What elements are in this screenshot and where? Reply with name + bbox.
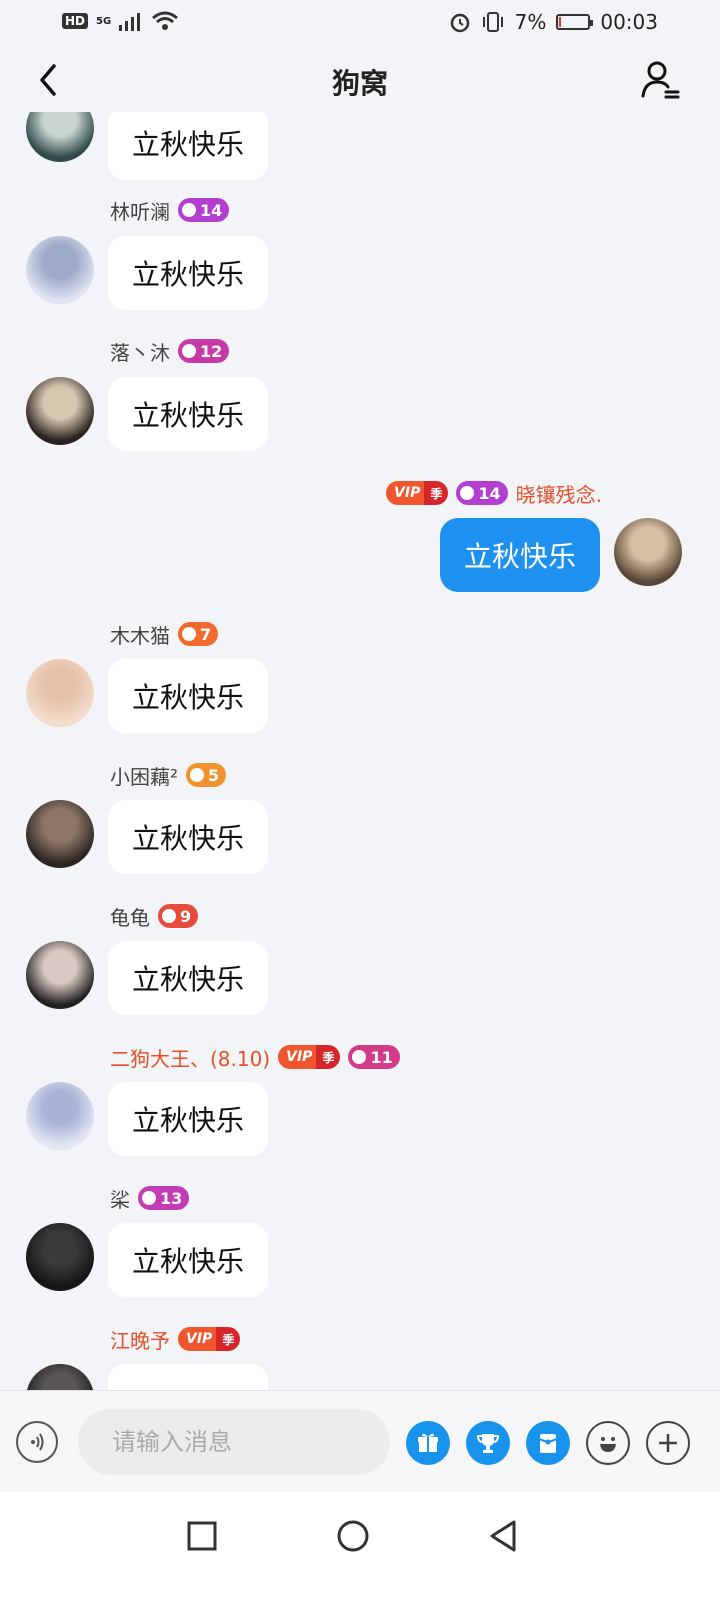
sender-info: 落丶沐 12	[110, 337, 230, 366]
battery-icon	[556, 14, 594, 30]
level-flame-icon	[460, 486, 475, 500]
level-number: 14	[200, 200, 223, 220]
level-flame-icon	[162, 909, 176, 923]
level-flame-icon	[182, 203, 196, 217]
avatar[interactable]	[26, 1223, 94, 1291]
message-bubble[interactable]: 立秋快乐	[108, 1223, 269, 1297]
avatar[interactable]	[26, 800, 94, 868]
home-icon[interactable]	[331, 1514, 375, 1558]
avatar[interactable]	[26, 1364, 94, 1390]
level-number: 7	[200, 624, 212, 644]
level-badge: 11	[348, 1045, 400, 1069]
nav-back-icon[interactable]	[482, 1514, 526, 1558]
voice-icon[interactable]	[16, 1421, 58, 1463]
sender-name[interactable]: 木木猫	[110, 620, 170, 649]
sender-name[interactable]: 江晚予	[110, 1325, 170, 1354]
avatar[interactable]	[26, 1082, 94, 1150]
level-badge: 14	[456, 481, 508, 505]
level-badge: 14	[178, 198, 230, 222]
level-number: 12	[200, 341, 223, 361]
level-number: 5	[208, 765, 220, 785]
group-members-icon[interactable]	[640, 58, 680, 102]
level-flame-icon	[142, 1191, 156, 1205]
avatar[interactable]	[26, 659, 94, 727]
sender-name[interactable]: 晓镶残念.	[516, 479, 602, 508]
message-bubble[interactable]: 立秋快乐	[108, 659, 269, 733]
gift-icon[interactable]	[406, 1421, 450, 1465]
level-flame-icon	[352, 1050, 367, 1064]
signal-icon	[119, 13, 141, 31]
level-number: 13	[160, 1188, 183, 1208]
input-bar	[0, 1390, 720, 1493]
level-flame-icon	[182, 627, 196, 641]
level-badge: 5	[186, 763, 227, 787]
level-badge: 7	[178, 622, 219, 646]
avatar[interactable]	[26, 941, 94, 1009]
chat-message-list[interactable]: 立秋快乐 林听澜 14 立秋快乐 落丶沐 12 立秋快乐 VIP 季 14 晓镶残念. 立秋快乐 木木猫…	[0, 112, 720, 1390]
system-nav-bar	[0, 1492, 720, 1600]
message-input[interactable]	[78, 1409, 390, 1475]
vibrate-icon	[482, 12, 503, 32]
page-title: 狗窝	[331, 67, 388, 100]
status-right: 7% 00:03	[449, 10, 658, 34]
message-bubble[interactable]: 立秋快乐	[108, 941, 269, 1015]
level-badge: 12	[178, 339, 230, 363]
vip-badge: VIP 季	[178, 1327, 241, 1351]
hd-indicator: HD	[62, 13, 89, 29]
level-flame-icon	[190, 768, 205, 782]
level-flame-icon	[182, 344, 196, 358]
message-bubble[interactable]: 立秋快乐	[108, 377, 269, 451]
vip-label: VIP	[278, 1045, 317, 1069]
title-bar: 狗窝	[0, 48, 720, 112]
level-badge: 9	[158, 904, 199, 928]
sender-info: 二狗大王、(8.10) VIP 季 11	[110, 1043, 400, 1071]
avatar[interactable]	[614, 518, 682, 586]
trophy-icon[interactable]	[466, 1421, 510, 1465]
message-bubble[interactable]: 立秋快乐	[439, 518, 600, 592]
sender-name[interactable]: 龟龟	[110, 902, 150, 931]
sender-name[interactable]: 林听澜	[110, 196, 170, 225]
avatar[interactable]	[26, 236, 94, 304]
sender-name[interactable]: 落丶沐	[110, 337, 170, 366]
message-bubble[interactable]: 立秋快乐	[108, 112, 269, 180]
recent-apps-icon[interactable]	[180, 1514, 224, 1558]
vip-badge: VIP 季	[278, 1045, 341, 1069]
red-packet-icon[interactable]	[526, 1421, 570, 1465]
sender-info: 木木猫 7	[110, 620, 219, 649]
level-number: 9	[180, 906, 192, 926]
sender-info: VIP 季 14 晓镶残念.	[386, 479, 602, 507]
message-bubble[interactable]: 立秋快乐	[108, 236, 269, 310]
sender-info: 小困藕² 5	[110, 761, 227, 790]
vip-badge: VIP 季	[386, 481, 449, 505]
emoji-icon[interactable]	[586, 1421, 630, 1465]
level-badge: 13	[138, 1186, 190, 1210]
wifi-icon	[152, 11, 179, 30]
clock: 00:03	[600, 10, 658, 34]
status-bar: HD 5G 7% 00:03	[0, 0, 720, 48]
message-bubble[interactable]: 立秋快乐	[108, 1082, 269, 1156]
sender-info: 龟龟 9	[110, 902, 199, 931]
avatar[interactable]	[26, 112, 94, 162]
vip-season-label: 季	[316, 1045, 341, 1069]
level-number: 11	[370, 1047, 393, 1067]
avatar[interactable]	[26, 377, 94, 445]
message-bubble[interactable]: 立秋快乐	[108, 800, 269, 874]
sender-info: 林听澜 14	[110, 196, 230, 225]
level-number: 14	[478, 483, 501, 503]
vip-season-label: 季	[216, 1327, 241, 1351]
vip-label: VIP	[178, 1327, 217, 1351]
sender-name[interactable]: 二狗大王、(8.10)	[110, 1043, 270, 1072]
plus-icon[interactable]	[646, 1421, 690, 1465]
sender-info: 江晚予 VIP 季	[110, 1325, 241, 1354]
sender-info: 桬 13	[110, 1184, 190, 1213]
sender-name[interactable]: 小困藕²	[110, 761, 178, 790]
message-bubble[interactable]	[108, 1364, 268, 1390]
alarm-icon	[450, 13, 469, 33]
battery-percent: 7%	[514, 10, 547, 34]
vip-label: VIP	[386, 481, 425, 505]
network-type: 5G	[96, 15, 112, 27]
status-left: HD 5G	[62, 10, 179, 32]
vip-season-label: 季	[424, 481, 449, 505]
sender-name[interactable]: 桬	[110, 1184, 130, 1213]
